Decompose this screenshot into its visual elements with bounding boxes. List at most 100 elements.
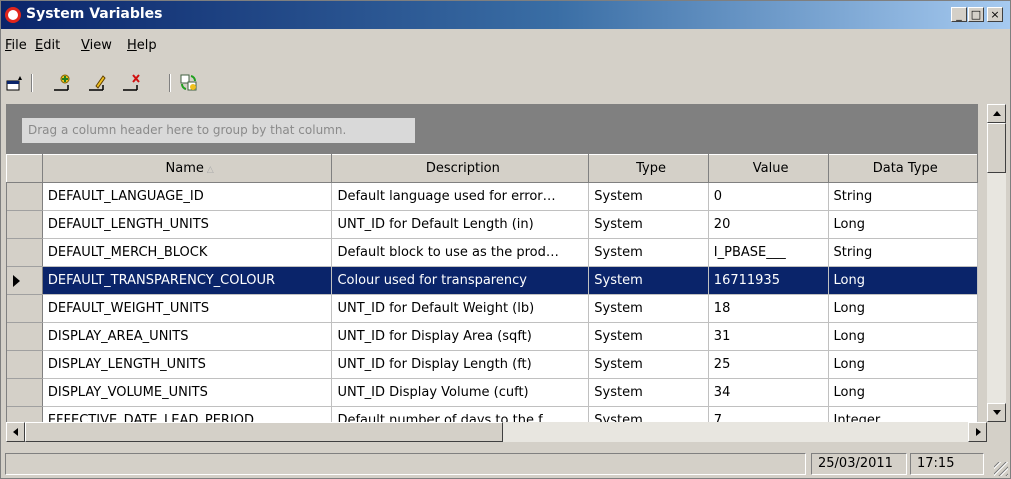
cell-description[interactable]: Colour used for transparency: [331, 266, 590, 295]
row-selector[interactable]: [6, 378, 43, 407]
cell-type[interactable]: System: [588, 210, 709, 239]
cell-type[interactable]: System: [588, 378, 709, 407]
toolbar-separator: [169, 74, 170, 92]
scroll-right-button[interactable]: [968, 422, 987, 442]
cell-description[interactable]: UNT_ID for Default Length (in): [331, 210, 590, 239]
cell-type[interactable]: System: [588, 406, 709, 422]
variables-table: Name △ Description Type Value Data Type D…: [6, 154, 978, 422]
cell-description[interactable]: Default language used for error…: [331, 182, 590, 211]
cell-data-type[interactable]: Long: [828, 294, 978, 323]
cell-name[interactable]: EFFECTIVE_DATE_LEAD_PERIOD: [42, 406, 333, 422]
cell-description[interactable]: UNT_ID for Display Length (ft): [331, 350, 590, 379]
vertical-scrollbar[interactable]: [987, 104, 1006, 422]
close-button[interactable]: ×: [987, 7, 1003, 22]
cell-type[interactable]: System: [588, 322, 709, 351]
row-selector[interactable]: [6, 322, 43, 351]
cell-value[interactable]: 20: [708, 210, 829, 239]
edit-icon[interactable]: [88, 73, 108, 93]
menu-help-mnemonic: H: [127, 38, 137, 53]
status-bar: 25/03/2011 17:15: [1, 451, 1010, 478]
group-by-area[interactable]: Drag a column header here to group by th…: [6, 104, 978, 154]
cell-data-type[interactable]: Integer: [828, 406, 978, 422]
cell-description[interactable]: Default block to use as the prod…: [331, 238, 590, 267]
cell-name[interactable]: DISPLAY_LENGTH_UNITS: [42, 350, 333, 379]
menu-view[interactable]: View: [81, 38, 112, 53]
cell-name[interactable]: DISPLAY_VOLUME_UNITS: [42, 378, 333, 407]
cell-name[interactable]: DEFAULT_WEIGHT_UNITS: [42, 294, 333, 323]
row-selector[interactable]: [6, 182, 43, 211]
column-header-description[interactable]: Description: [331, 154, 590, 183]
maximize-button[interactable]: □: [968, 7, 984, 22]
cell-data-type[interactable]: Long: [828, 322, 978, 351]
cell-description[interactable]: UNT_ID for Display Area (sqft): [331, 322, 590, 351]
cell-type[interactable]: System: [588, 350, 709, 379]
cell-type[interactable]: System: [588, 294, 709, 323]
cell-value[interactable]: 34: [708, 378, 829, 407]
cell-type[interactable]: System: [588, 182, 709, 211]
resize-grip[interactable]: [994, 462, 1008, 476]
table-row[interactable]: DEFAULT_LENGTH_UNITS UNT_ID for Default L…: [6, 210, 978, 239]
table-row[interactable]: DEFAULT_TRANSPARENCY_COLOUR Colour used f…: [6, 266, 978, 295]
cell-name[interactable]: DEFAULT_TRANSPARENCY_COLOUR: [42, 266, 333, 295]
vertical-scroll-thumb[interactable]: [987, 123, 1006, 173]
cell-value[interactable]: 16711935: [708, 266, 829, 295]
cell-value[interactable]: 0: [708, 182, 829, 211]
column-header-label: Name: [165, 161, 204, 176]
horizontal-scroll-thumb[interactable]: [25, 422, 503, 442]
cell-name[interactable]: DEFAULT_LENGTH_UNITS: [42, 210, 333, 239]
table-row[interactable]: DEFAULT_MERCH_BLOCK Default block to use …: [6, 238, 978, 267]
menu-view-label: iew: [89, 38, 112, 53]
table-row[interactable]: DISPLAY_LENGTH_UNITS UNT_ID for Display L…: [6, 350, 978, 379]
cell-type[interactable]: System: [588, 238, 709, 267]
cell-data-type[interactable]: String: [828, 182, 978, 211]
title-bar[interactable]: System Variables _ □ ×: [1, 1, 1010, 29]
add-icon[interactable]: [53, 73, 73, 93]
row-selector[interactable]: [6, 238, 43, 267]
cell-data-type[interactable]: Long: [828, 210, 978, 239]
cell-data-type[interactable]: Long: [828, 266, 978, 295]
horizontal-scrollbar[interactable]: [6, 422, 987, 442]
table-row[interactable]: DEFAULT_WEIGHT_UNITS UNT_ID for Default W…: [6, 294, 978, 323]
scroll-down-button[interactable]: [987, 403, 1006, 422]
column-header-name[interactable]: Name △: [41, 154, 333, 183]
menu-help[interactable]: Help: [127, 38, 157, 53]
toolbar: [1, 71, 1010, 97]
cell-value[interactable]: I_PBASE___: [708, 238, 829, 267]
row-selector[interactable]: [6, 266, 43, 295]
minimize-button[interactable]: _: [951, 7, 967, 22]
column-header-type[interactable]: Type: [588, 154, 709, 183]
table-row[interactable]: DISPLAY_VOLUME_UNITS UNT_ID Display Volum…: [6, 378, 978, 407]
cell-name[interactable]: DEFAULT_MERCH_BLOCK: [42, 238, 333, 267]
table-row[interactable]: EFFECTIVE_DATE_LEAD_PERIOD Default number…: [6, 406, 978, 422]
table-row[interactable]: DEFAULT_LANGUAGE_ID Default language used…: [6, 182, 978, 211]
cell-value[interactable]: 18: [708, 294, 829, 323]
menu-file[interactable]: File: [5, 38, 27, 53]
scroll-left-button[interactable]: [6, 422, 25, 442]
cell-data-type[interactable]: Long: [828, 350, 978, 379]
cell-value[interactable]: 7: [708, 406, 829, 422]
menu-help-label: elp: [136, 38, 157, 53]
properties-icon[interactable]: [5, 73, 25, 93]
cell-description[interactable]: UNT_ID Display Volume (cuft): [331, 378, 590, 407]
delete-icon[interactable]: [122, 73, 142, 93]
sort-ascending-icon: △: [206, 165, 214, 175]
cell-name[interactable]: DEFAULT_LANGUAGE_ID: [42, 182, 333, 211]
column-header-data-type[interactable]: Data Type: [827, 154, 978, 183]
cell-value[interactable]: 31: [708, 322, 829, 351]
row-selector[interactable]: [6, 406, 43, 422]
cell-description[interactable]: UNT_ID for Default Weight (lb): [331, 294, 590, 323]
cell-data-type[interactable]: Long: [828, 378, 978, 407]
row-selector[interactable]: [6, 294, 43, 323]
cell-type[interactable]: System: [588, 266, 709, 295]
cell-data-type[interactable]: String: [828, 238, 978, 267]
column-header-value[interactable]: Value: [707, 154, 829, 183]
cell-name[interactable]: DISPLAY_AREA_UNITS: [42, 322, 333, 351]
menu-edit[interactable]: Edit: [35, 38, 60, 53]
table-row[interactable]: DISPLAY_AREA_UNITS UNT_ID for Display Are…: [6, 322, 978, 351]
scroll-up-button[interactable]: [987, 104, 1006, 123]
row-selector[interactable]: [6, 350, 43, 379]
refresh-icon[interactable]: [179, 73, 199, 93]
row-selector[interactable]: [6, 210, 43, 239]
cell-description[interactable]: Default number of days to the f…: [331, 406, 590, 422]
cell-value[interactable]: 25: [708, 350, 829, 379]
